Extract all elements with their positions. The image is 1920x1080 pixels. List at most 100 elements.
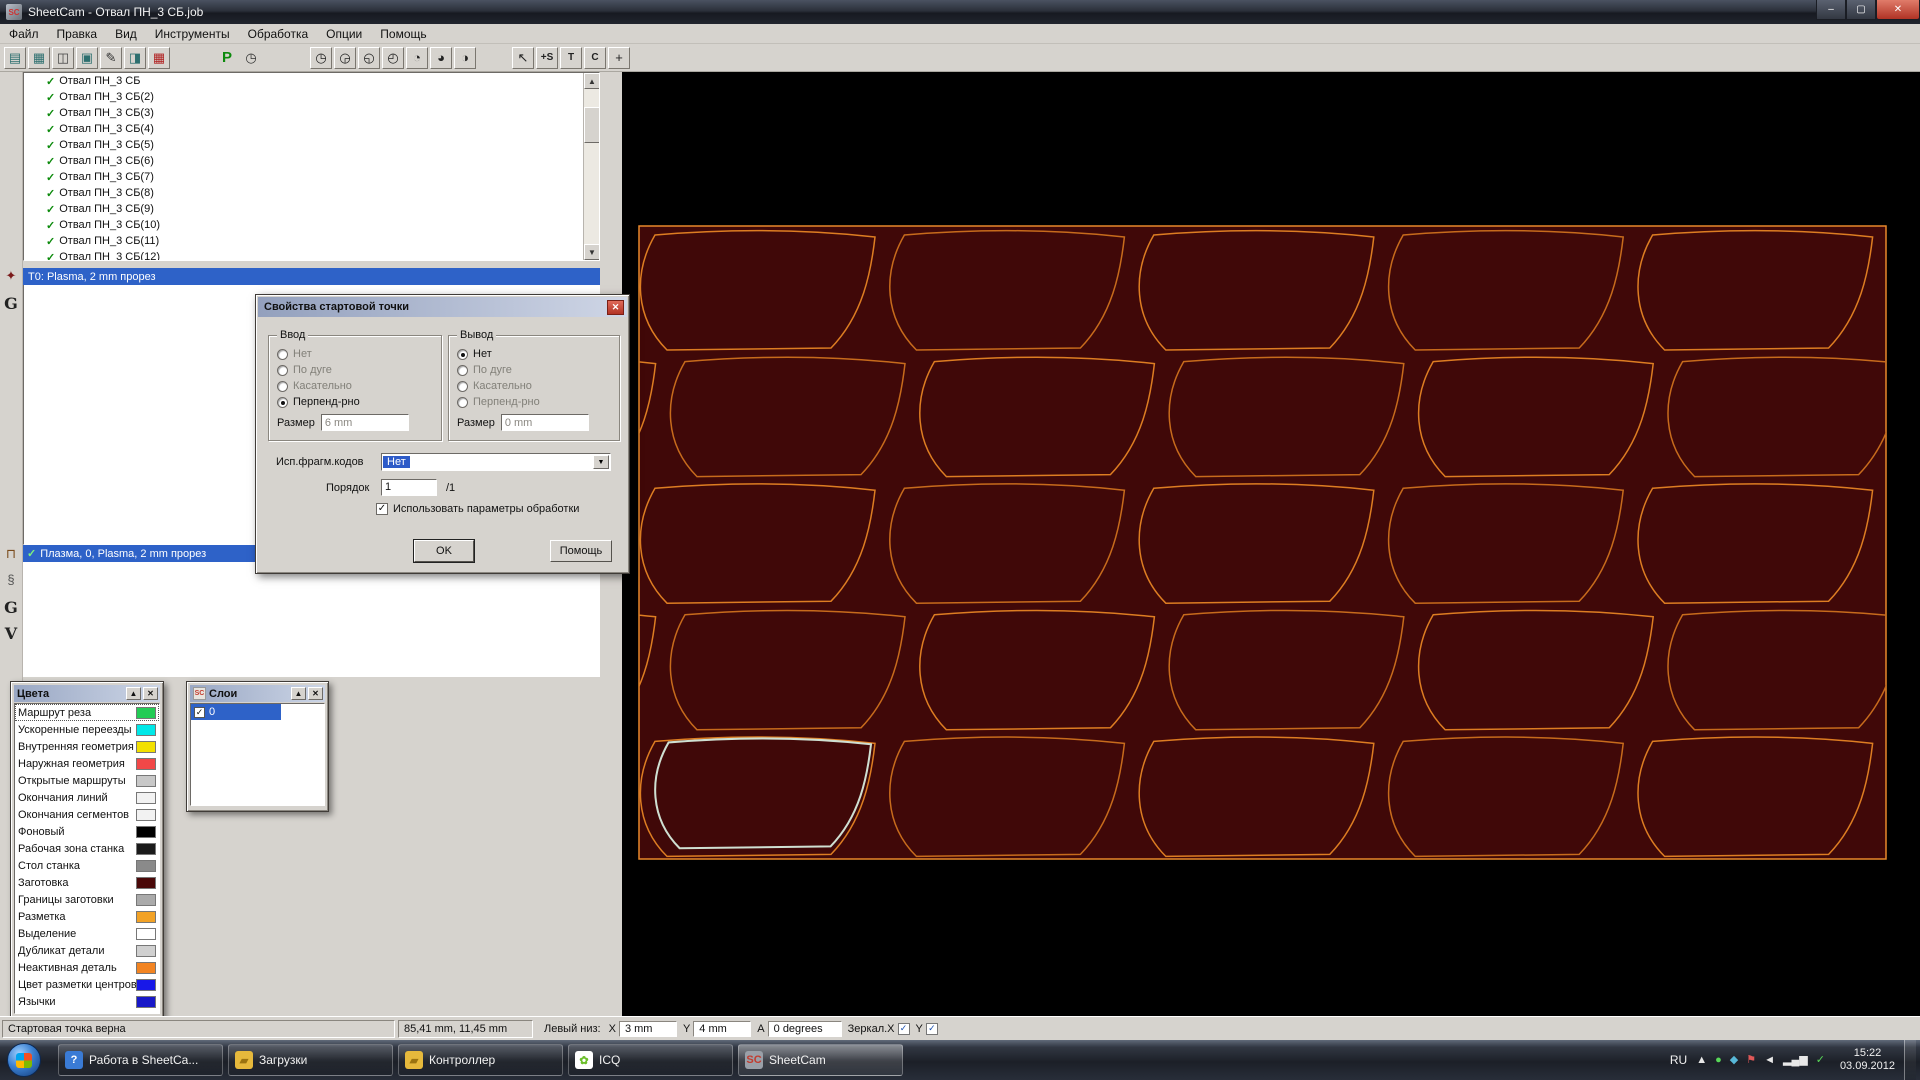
start-button[interactable] [4, 1042, 44, 1078]
tree-row[interactable]: ✓Отвал ПН_3 СБ(2) [24, 89, 599, 105]
frame-icon[interactable]: ◫ [52, 47, 74, 69]
color-swatch[interactable] [136, 741, 156, 753]
grid-icon[interactable]: ▦ [148, 47, 170, 69]
menu-item-2[interactable]: Вид [106, 25, 146, 43]
color-swatch[interactable] [136, 928, 156, 940]
gcode-letter-g[interactable]: G [0, 294, 22, 313]
close-icon[interactable]: ✕ [308, 687, 323, 700]
insert-tab-icon[interactable]: T [560, 47, 582, 69]
task-button[interactable]: ?Работа в SheetCa... [58, 1044, 223, 1076]
color-swatch[interactable] [136, 775, 156, 787]
insert-start-point-icon[interactable]: +S [536, 47, 558, 69]
tree-row[interactable]: ✓Отвал ПН_3 СБ(7) [24, 169, 599, 185]
select-cursor-icon[interactable]: ↖ [512, 47, 534, 69]
rollup-icon[interactable]: ▲ [291, 687, 306, 700]
layer-row[interactable]: ✓0 [191, 704, 281, 720]
radio-option[interactable]: Нет [269, 346, 441, 362]
task-button[interactable]: ✿ICQ [568, 1044, 733, 1076]
crosshair-icon[interactable]: ✎ [100, 47, 122, 69]
color-row[interactable]: Рабочая зона станка [15, 840, 159, 857]
dialog-close-icon[interactable]: ✕ [607, 300, 624, 315]
scroll-down-icon[interactable]: ▼ [584, 244, 600, 260]
layer-check-icon[interactable]: ✓ [194, 707, 205, 718]
mirror-x-checkbox[interactable]: ✓ [898, 1023, 910, 1035]
color-row[interactable]: Фоновый [15, 823, 159, 840]
torch-icon[interactable]: ✦ [0, 268, 22, 284]
color-row[interactable]: Окончания линий [15, 789, 159, 806]
rollup-icon[interactable]: ▲ [126, 687, 141, 700]
layers-window-titlebar[interactable]: SC Слои ▲ ✕ [190, 685, 325, 702]
color-row[interactable]: Выделение [15, 925, 159, 942]
messenger-status-icon[interactable]: ● [1715, 1055, 1722, 1066]
tree-row[interactable]: ✓Отвал ПН_3 СБ(11) [24, 233, 599, 249]
hidden-icons-chevron[interactable]: ▲ [1696, 1055, 1707, 1066]
start-point-icon-3[interactable]: ◵ [358, 47, 380, 69]
task-button[interactable]: SCSheetCam [738, 1044, 903, 1076]
tree-row[interactable]: ✓Отвал ПН_3 СБ(3) [24, 105, 599, 121]
gcode-letter-g2[interactable]: G [0, 598, 22, 617]
tree-scrollbar[interactable]: ▲ ▼ [583, 73, 599, 260]
ok-button[interactable]: OK [414, 540, 474, 562]
start-point-icon-2[interactable]: ◶ [334, 47, 356, 69]
tree-row[interactable]: ✓Отвал ПН_3 СБ(12) [24, 249, 599, 261]
tree-row[interactable]: ✓Отвал ПН_3 СБ(10) [24, 217, 599, 233]
color-swatch[interactable] [136, 996, 156, 1008]
color-swatch[interactable] [136, 724, 156, 736]
snippet-combobox[interactable]: Нет ▼ [381, 453, 611, 471]
color-swatch[interactable] [136, 826, 156, 838]
close-icon[interactable]: ✕ [143, 687, 158, 700]
start-point-icon-5[interactable]: ◔ [406, 47, 428, 69]
nest-canvas[interactable] [622, 72, 1920, 1016]
color-swatch[interactable] [136, 809, 156, 821]
screen-icon[interactable]: ◨ [124, 47, 146, 69]
task-button[interactable]: ▰Загрузки [228, 1044, 393, 1076]
color-row[interactable]: Неактивная деталь [15, 959, 159, 976]
color-row[interactable]: Границы заготовки [15, 891, 159, 908]
show-desktop-button[interactable] [1904, 1040, 1916, 1080]
image-icon[interactable]: ▦ [28, 47, 50, 69]
tree-row[interactable]: ✓Отвал ПН_3 СБ(5) [24, 137, 599, 153]
order-field[interactable]: 1 [381, 479, 437, 496]
colors-window-titlebar[interactable]: Цвета ▲ ✕ [14, 685, 160, 702]
radio-option[interactable]: Нет [449, 346, 619, 362]
radio-option[interactable]: Перпенд-рно [269, 394, 441, 410]
sheet[interactable] [639, 226, 1886, 859]
menu-item-6[interactable]: Помощь [371, 25, 435, 43]
pan-icon[interactable]: + [608, 47, 630, 69]
clock[interactable]: 15:22 03.09.2012 [1840, 1047, 1895, 1073]
color-row[interactable]: Ускоренные переезды [15, 721, 159, 738]
volume-icon[interactable]: ◄ [1764, 1055, 1775, 1066]
color-swatch[interactable] [136, 962, 156, 974]
radio-option[interactable]: По дуге [269, 362, 441, 378]
radio-option[interactable]: По дуге [449, 362, 619, 378]
y-offset-field[interactable]: 4 mm [693, 1021, 751, 1037]
tree-row[interactable]: ✓Отвал ПН_3 СБ(8) [24, 185, 599, 201]
menu-item-1[interactable]: Правка [48, 25, 107, 43]
tool-header[interactable]: T0: Plasma, 2 mm прорез [23, 268, 600, 285]
color-swatch[interactable] [136, 860, 156, 872]
network-icon[interactable]: ▂▄▆ [1783, 1055, 1808, 1066]
color-row[interactable]: Язычки [15, 993, 159, 1010]
color-row[interactable]: Открытые маршруты [15, 772, 159, 789]
menu-item-0[interactable]: Файл [0, 25, 48, 43]
color-row[interactable]: Окончания сегментов [15, 806, 159, 823]
menu-item-3[interactable]: Инструменты [146, 25, 239, 43]
color-row[interactable]: Наружная геометрия [15, 755, 159, 772]
radio-option[interactable]: Касательно [269, 378, 441, 394]
color-row[interactable]: Стол станка [15, 857, 159, 874]
input-size-field[interactable]: 6 mm [321, 414, 409, 431]
language-indicator[interactable]: RU [1670, 1053, 1687, 1067]
maximize-button[interactable]: ▢ [1846, 0, 1876, 20]
scroll-up-icon[interactable]: ▲ [584, 73, 600, 89]
view-letter-v[interactable]: V [0, 624, 22, 643]
page-icon[interactable]: ▤ [4, 47, 26, 69]
color-row[interactable]: Цвет разметки центров [15, 976, 159, 993]
update-shield-icon[interactable]: ◆ [1730, 1055, 1738, 1066]
tree-row[interactable]: ✓Отвал ПН_3 СБ [24, 73, 599, 89]
color-swatch[interactable] [136, 758, 156, 770]
color-swatch[interactable] [136, 792, 156, 804]
color-swatch[interactable] [136, 843, 156, 855]
eject-device-icon[interactable]: ✓ [1816, 1055, 1825, 1066]
break-contour-icon[interactable]: C [584, 47, 606, 69]
color-swatch[interactable] [136, 979, 156, 991]
